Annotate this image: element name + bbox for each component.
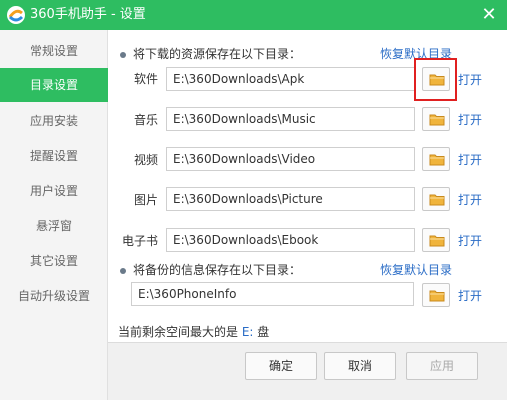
sidebar-item-reminder[interactable]: 提醒设置 (0, 139, 108, 173)
sidebar-item-user[interactable]: 用户设置 (0, 174, 108, 208)
free-space-status: 当前剩余空间最大的是 E: 盘 (118, 323, 269, 340)
open-music-link[interactable]: 打开 (458, 111, 482, 128)
sidebar-item-other[interactable]: 其它设置 (0, 244, 108, 278)
open-ebook-link[interactable]: 打开 (458, 232, 482, 249)
dialog-footer: 确定 取消 应用 (108, 342, 507, 400)
sidebar-item-auto-update[interactable]: 自动升级设置 (0, 279, 108, 313)
status-prefix: 当前剩余空间最大的是 (118, 325, 242, 339)
software-path-input[interactable] (166, 67, 415, 91)
browse-backup-button[interactable] (422, 283, 450, 307)
bullet-icon (120, 268, 126, 274)
browse-ebook-button[interactable] (422, 228, 450, 252)
ebook-path-input[interactable] (166, 228, 415, 252)
close-icon[interactable]: ✕ (477, 0, 501, 30)
folder-icon (429, 154, 445, 166)
apply-button[interactable]: 应用 (406, 352, 478, 380)
status-drive: E: (241, 325, 254, 339)
window-title: 360手机助手 - 设置 (30, 7, 146, 22)
row-label-picture: 图片 (133, 193, 158, 207)
row-label-software: 软件 (133, 72, 158, 86)
browse-picture-button[interactable] (422, 187, 450, 211)
app-logo-icon (7, 6, 25, 24)
highlight-box (414, 58, 457, 101)
row-label-ebook: 电子书 (121, 234, 158, 248)
status-suffix: 盘 (253, 325, 270, 339)
browse-video-button[interactable] (422, 147, 450, 171)
sidebar-item-general[interactable]: 常规设置 (0, 34, 108, 68)
sidebar-item-app-install[interactable]: 应用安装 (0, 104, 108, 138)
open-backup-link[interactable]: 打开 (458, 287, 482, 304)
row-label-music: 音乐 (133, 113, 158, 127)
folder-icon (429, 290, 445, 302)
settings-sidebar: 常规设置 目录设置 应用安装 提醒设置 用户设置 悬浮窗 其它设置 自动升级设置 (0, 30, 108, 400)
sidebar-item-directory[interactable]: 目录设置 (0, 68, 108, 102)
sidebar-item-floating-window[interactable]: 悬浮窗 (0, 209, 108, 243)
ok-button[interactable]: 确定 (245, 352, 317, 380)
folder-icon (429, 194, 445, 206)
video-path-input[interactable] (166, 147, 415, 171)
music-path-input[interactable] (166, 107, 415, 131)
picture-path-input[interactable] (166, 187, 415, 211)
bullet-icon (120, 52, 126, 58)
backup-path-input[interactable] (131, 282, 414, 306)
open-picture-link[interactable]: 打开 (458, 191, 482, 208)
folder-icon (429, 235, 445, 247)
title-bar: 360手机助手 - 设置 ✕ (0, 0, 507, 30)
download-section-label: 将下载的资源保存在以下目录： (133, 47, 302, 61)
browse-music-button[interactable] (422, 107, 450, 131)
backup-section-label: 将备份的信息保存在以下目录： (133, 263, 302, 277)
folder-icon (429, 114, 445, 126)
open-software-link[interactable]: 打开 (458, 71, 482, 88)
open-video-link[interactable]: 打开 (458, 151, 482, 168)
restore-default-backup-link[interactable]: 恢复默认目录 (380, 261, 452, 278)
row-label-video: 视频 (133, 153, 158, 167)
cancel-button[interactable]: 取消 (324, 352, 396, 380)
